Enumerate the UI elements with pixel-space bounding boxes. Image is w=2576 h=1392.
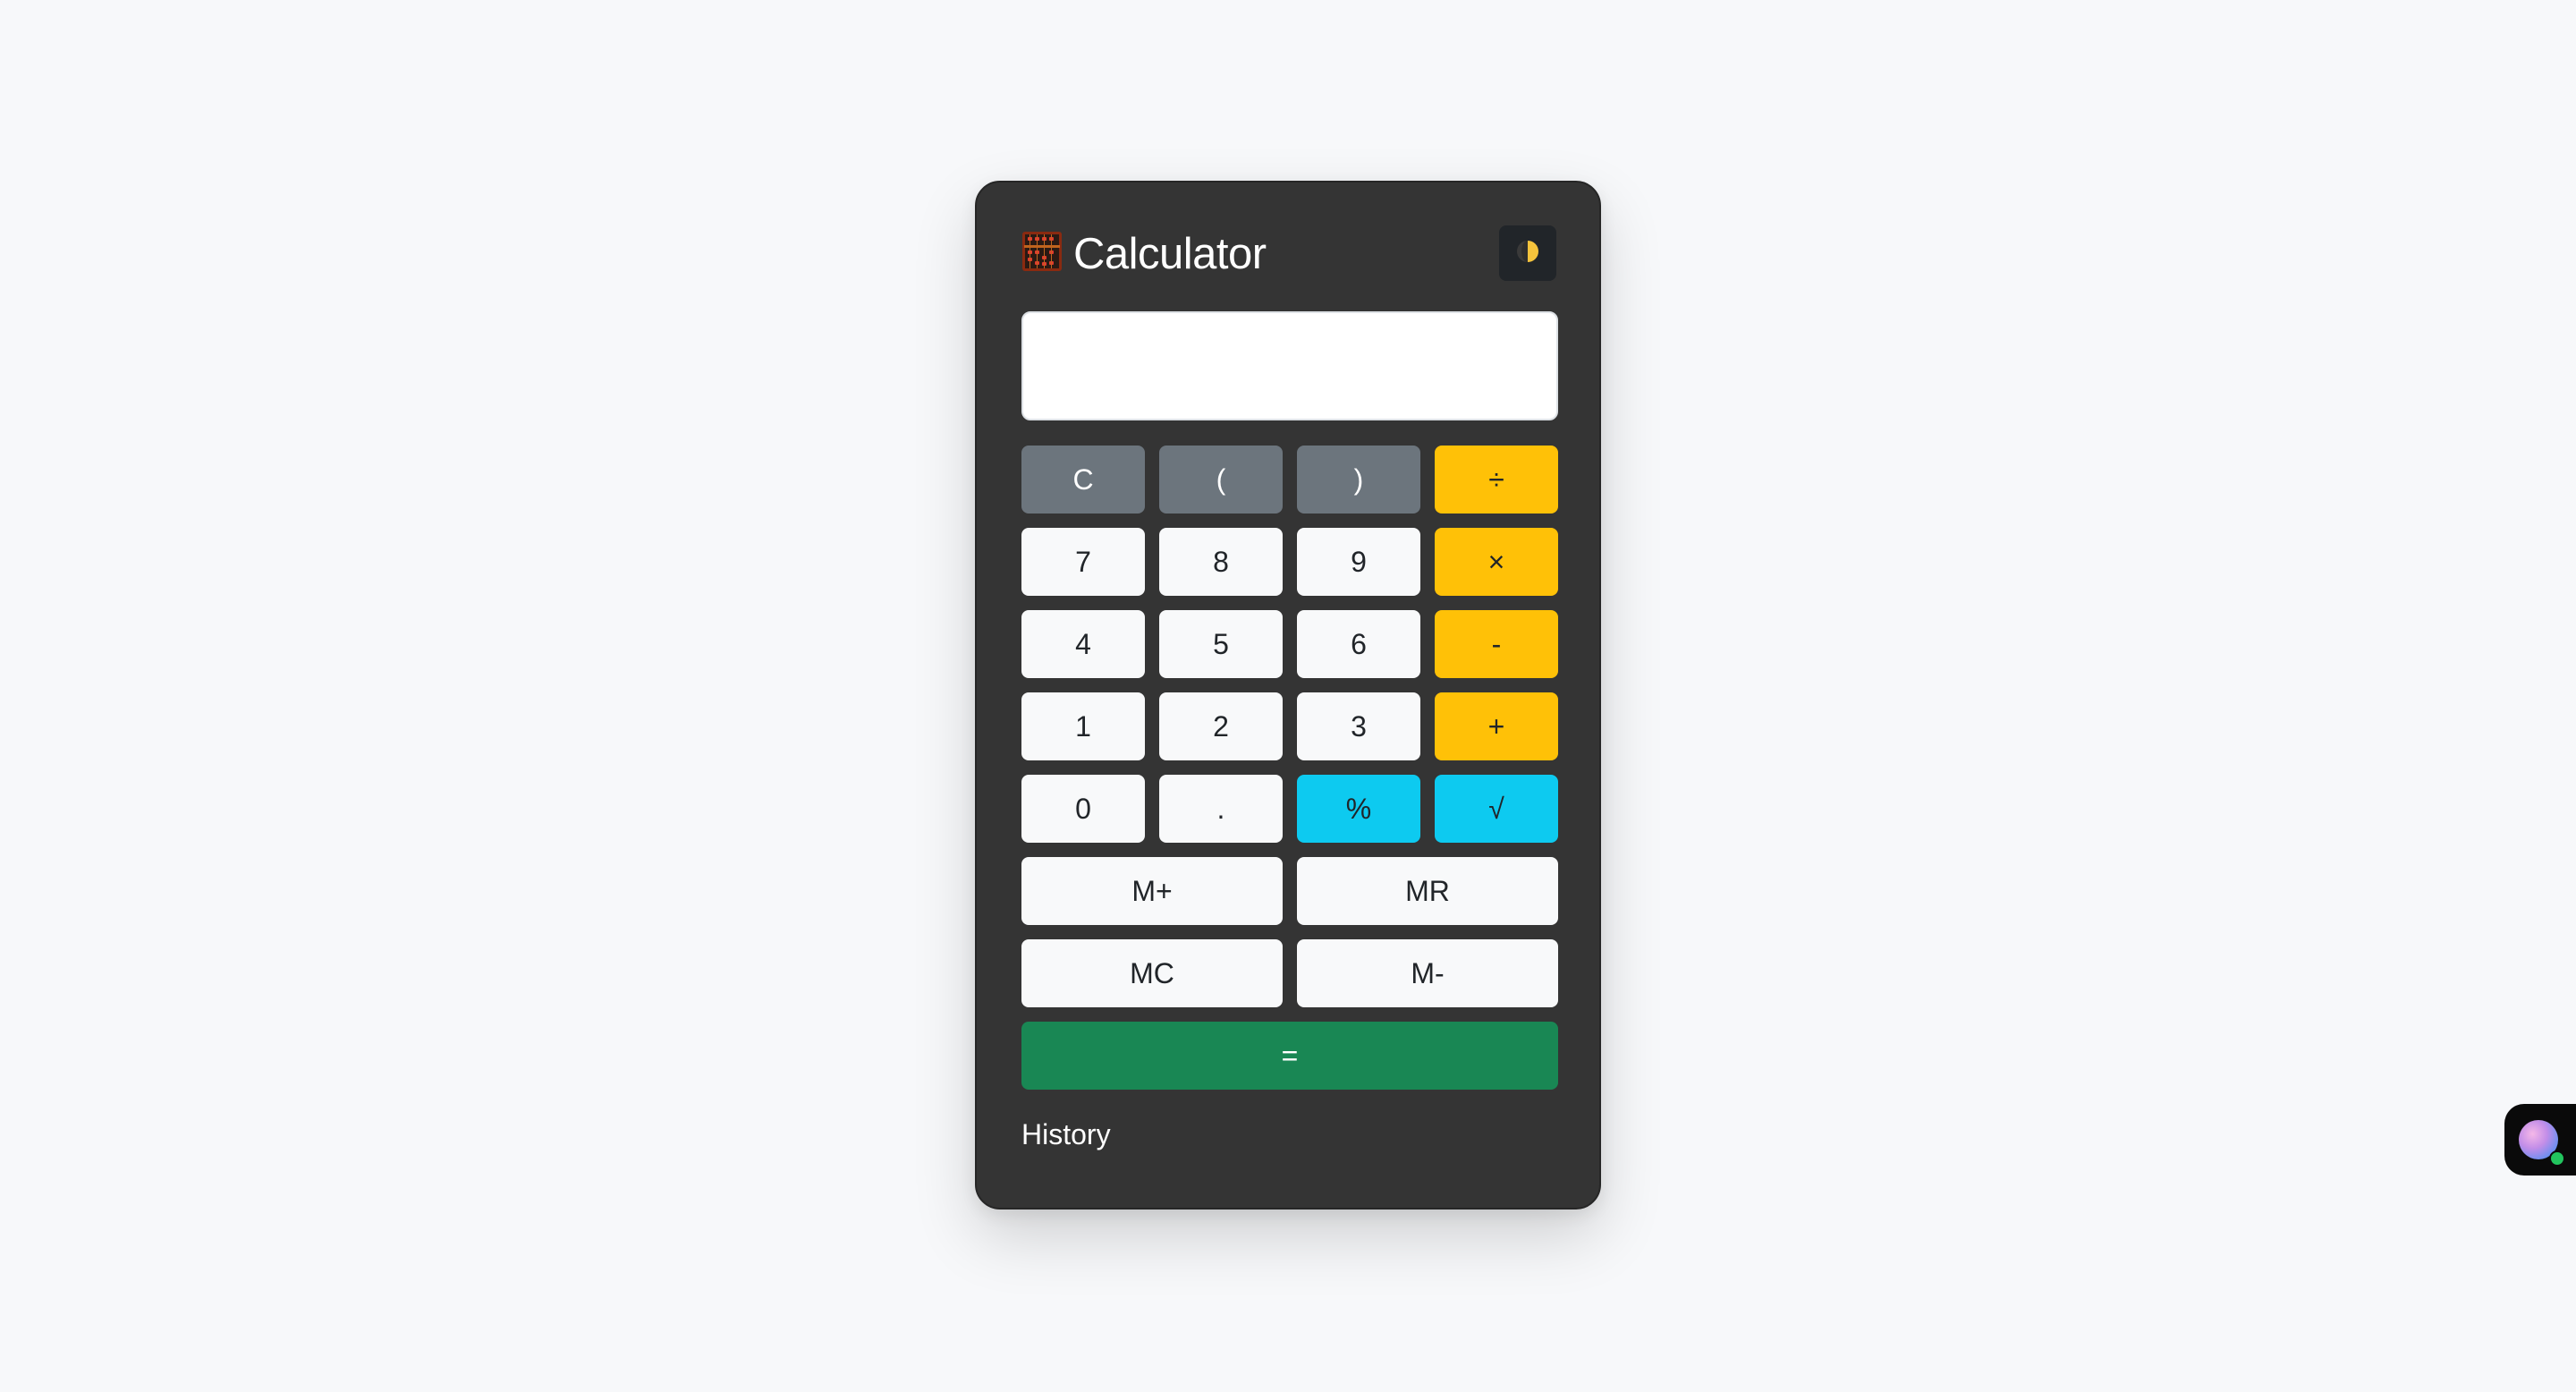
online-status-dot (2549, 1150, 2565, 1167)
digit-2-button[interactable]: 2 (1159, 692, 1283, 760)
square-root-button[interactable]: √ (1435, 775, 1558, 843)
equals-button[interactable]: = (1021, 1022, 1558, 1090)
close-paren-button[interactable]: ) (1297, 446, 1420, 514)
keypad: C() ÷ 7 8 9 × 4 5 6- 1 2 3 +0.% √ M+ MR MC M- = (1021, 446, 1558, 1090)
digit-8-button[interactable]: 8 (1159, 528, 1283, 596)
history-heading: History (1021, 1118, 1111, 1150)
memory-clear-button[interactable]: MC (1021, 939, 1283, 1007)
memory-add-button[interactable]: M+ (1021, 857, 1283, 925)
percent-button[interactable]: % (1297, 775, 1420, 843)
add-button[interactable]: + (1435, 692, 1558, 760)
memory-recall-button[interactable]: MR (1297, 857, 1558, 925)
theme-toggle-button[interactable] (1499, 225, 1556, 281)
calculator-card: Calculator C() ÷ 7 8 9 × 4 5 6- 1 2 3 +0.% √ M+ MR MC M- =… (975, 181, 1601, 1210)
half-moon-icon (1515, 239, 1540, 268)
digit-6-button[interactable]: 6 (1297, 610, 1420, 678)
digit-5-button[interactable]: 5 (1159, 610, 1283, 678)
calculator-header: Calculator (1021, 225, 1556, 283)
memory-subtract-button[interactable]: M- (1297, 939, 1558, 1007)
digit-4-button[interactable]: 4 (1021, 610, 1145, 678)
subtract-button[interactable]: - (1435, 610, 1558, 678)
digit-0-button[interactable]: 0 (1021, 775, 1145, 843)
calculator-display[interactable] (1021, 311, 1558, 420)
digit-7-button[interactable]: 7 (1021, 528, 1145, 596)
assistant-widget-button[interactable] (2504, 1104, 2576, 1176)
abacus-icon (1021, 231, 1063, 272)
divide-button[interactable]: ÷ (1435, 446, 1558, 514)
multiply-button[interactable]: × (1435, 528, 1558, 596)
digit-3-button[interactable]: 3 (1297, 692, 1420, 760)
digit-1-button[interactable]: 1 (1021, 692, 1145, 760)
app-title: Calculator (1073, 230, 1267, 278)
decimal-point-button[interactable]: . (1159, 775, 1283, 843)
open-paren-button[interactable]: ( (1159, 446, 1283, 514)
clear-button[interactable]: C (1021, 446, 1145, 514)
digit-9-button[interactable]: 9 (1297, 528, 1420, 596)
